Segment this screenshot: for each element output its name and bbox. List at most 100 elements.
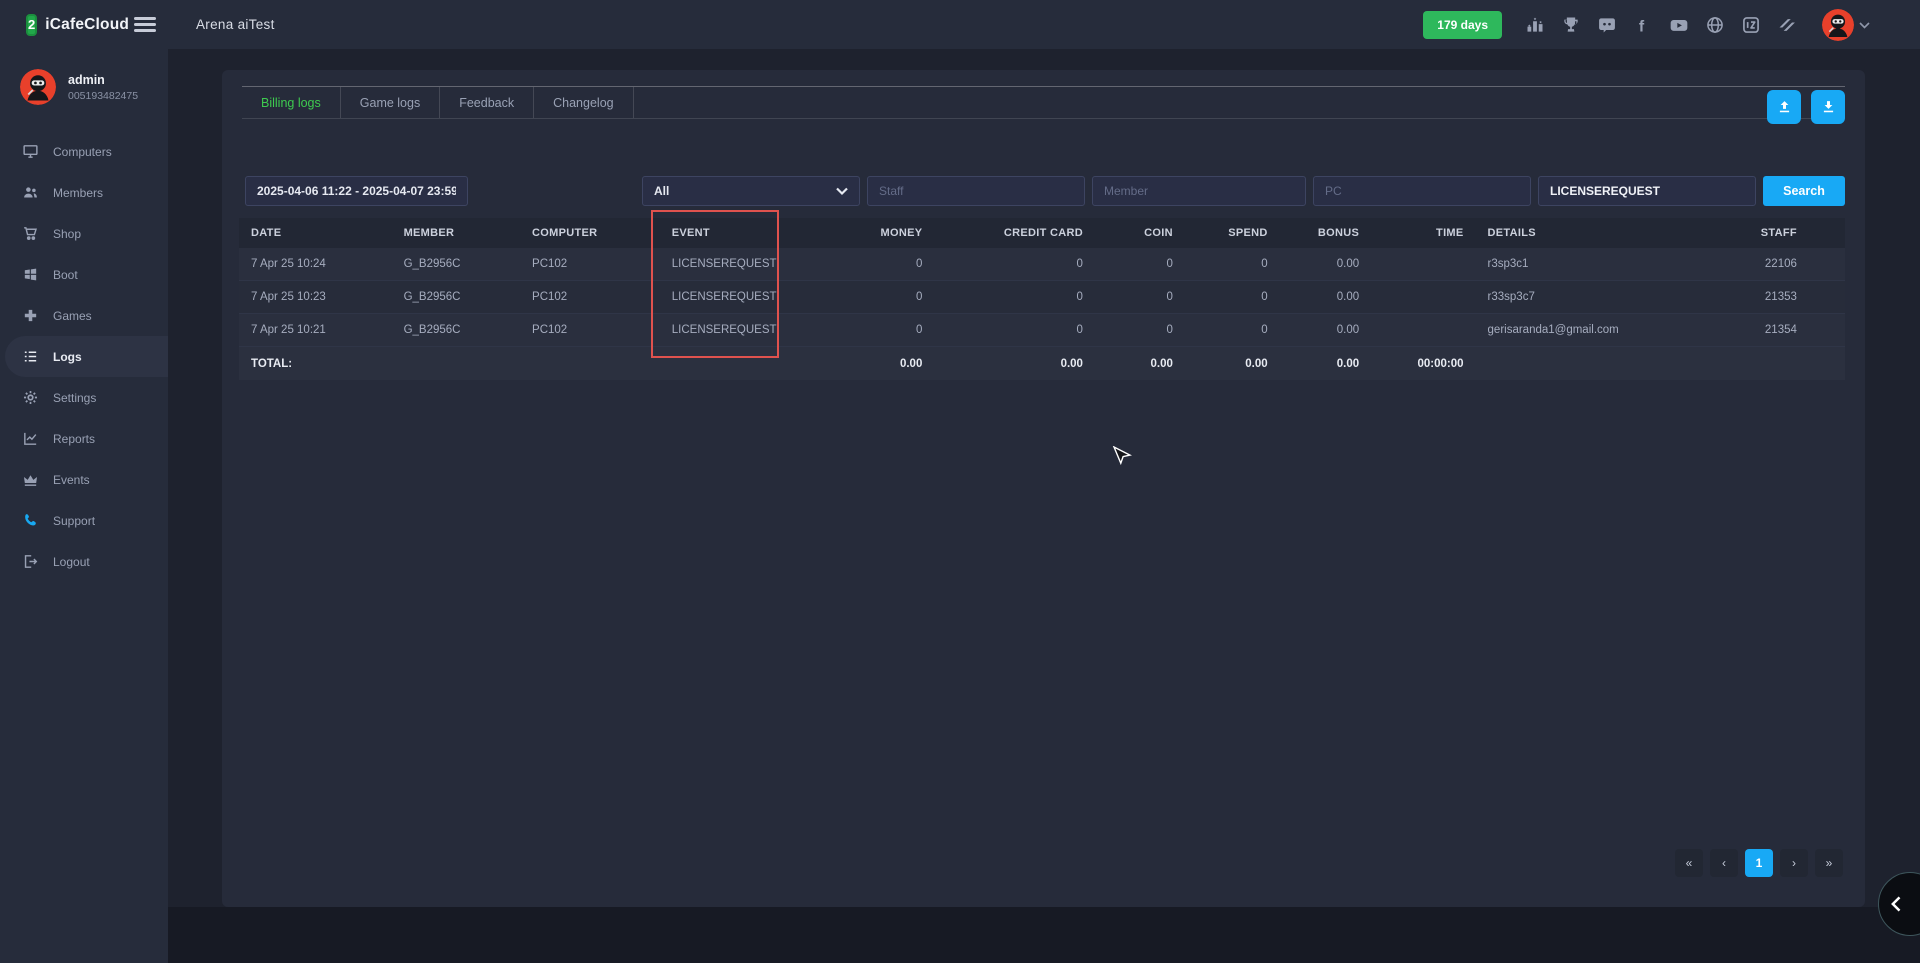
sidebar-item-label: Games	[53, 309, 92, 323]
cell-coin: 0	[1095, 314, 1185, 346]
pagination-prev-button[interactable]: ‹	[1710, 849, 1738, 877]
column-header-date[interactable]: DATE	[239, 218, 392, 248]
upload-button[interactable]	[1767, 90, 1801, 124]
total-bonus: 0.00	[1280, 347, 1372, 380]
column-header-bonus[interactable]: BONUS	[1280, 218, 1372, 248]
pagination-last-button[interactable]: »	[1815, 849, 1843, 877]
cell-money: 0	[809, 314, 934, 346]
brand[interactable]: 2 iCafeCloud	[0, 14, 110, 36]
total-label: TOTAL:	[239, 347, 392, 380]
pc-filter-input[interactable]	[1313, 176, 1531, 206]
sidebar-item-logout[interactable]: Logout	[0, 541, 168, 582]
sidebar-item-computers[interactable]: Computers	[0, 131, 168, 172]
sidebar-item-members[interactable]: Members	[0, 172, 168, 213]
ranking-icon[interactable]	[1524, 14, 1546, 36]
hamburger-menu-icon[interactable]	[132, 13, 158, 36]
sidebar-item-logs[interactable]: Logs	[5, 336, 168, 377]
users-icon	[22, 184, 39, 201]
cell-computer: PC102	[520, 314, 660, 346]
user-menu[interactable]	[1822, 9, 1870, 41]
tabs: Billing logs Game logs Feedback Changelo…	[242, 86, 1845, 119]
sidebar-item-support[interactable]: Support	[0, 500, 168, 541]
pagination: « ‹ 1 › »	[1675, 849, 1843, 877]
import-export-buttons	[1767, 90, 1845, 124]
column-header-event[interactable]: EVENT	[660, 218, 809, 248]
column-header-spend[interactable]: SPEND	[1185, 218, 1280, 248]
column-header-member[interactable]: MEMBER	[392, 218, 520, 248]
table-row[interactable]: 7 Apr 25 10:23 G_B2956C PC102 LICENSEREQ…	[239, 281, 1845, 314]
sidebar-item-events[interactable]: Events	[0, 459, 168, 500]
pagination-next-button[interactable]: ›	[1780, 849, 1808, 877]
cell-computer: PC102	[520, 248, 660, 280]
tab-changelog[interactable]: Changelog	[534, 87, 633, 118]
icafe-icon[interactable]	[1740, 14, 1762, 36]
gamepad-icon	[22, 307, 39, 324]
cell-event: LICENSEREQUEST	[660, 248, 809, 280]
cart-icon	[22, 225, 39, 242]
sidebar: admin 005193482475 Computers Members Sho…	[0, 49, 168, 963]
windows-icon	[22, 266, 39, 283]
billing-logs-table: DATE MEMBER COMPUTER EVENT MONEY CREDIT …	[239, 218, 1845, 380]
pagination-first-button[interactable]: «	[1675, 849, 1703, 877]
column-header-credit-card[interactable]: CREDIT CARD	[934, 218, 1095, 248]
column-header-coin[interactable]: COIN	[1095, 218, 1185, 248]
table-row[interactable]: 7 Apr 25 10:24 G_B2956C PC102 LICENSEREQ…	[239, 248, 1845, 281]
sidebar-item-label: Logout	[53, 555, 90, 569]
sidebar-item-label: Logs	[53, 350, 82, 364]
column-header-details[interactable]: DETAILS	[1476, 218, 1725, 248]
table-total-row: TOTAL: 0.00 0.00 0.00 0.00 0.00 00:00:00	[239, 347, 1845, 380]
table-row[interactable]: 7 Apr 25 10:21 G_B2956C PC102 LICENSEREQ…	[239, 314, 1845, 347]
trophy-icon[interactable]	[1560, 14, 1582, 36]
cell-details: gerisaranda1@gmail.com	[1476, 314, 1725, 346]
sidebar-item-games[interactable]: Games	[0, 295, 168, 336]
cell-member: G_B2956C	[392, 314, 520, 346]
cell-member: G_B2956C	[392, 248, 520, 280]
user-id: 005193482475	[68, 90, 138, 102]
page-footer-area	[168, 907, 1920, 963]
column-header-staff[interactable]: STAFF	[1724, 218, 1844, 248]
globe-icon[interactable]	[1704, 14, 1726, 36]
column-header-computer[interactable]: COMPUTER	[520, 218, 660, 248]
pagination-page-1-button[interactable]: 1	[1745, 849, 1773, 877]
total-credit-card: 0.00	[934, 347, 1095, 380]
stripes-icon[interactable]	[1776, 14, 1798, 36]
sidebar-item-label: Computers	[53, 145, 112, 159]
sidebar-item-reports[interactable]: Reports	[0, 418, 168, 459]
cell-event: LICENSEREQUEST	[660, 314, 809, 346]
member-filter-input[interactable]	[1092, 176, 1306, 206]
ninja-avatar	[1822, 9, 1854, 41]
staff-filter-input[interactable]	[867, 176, 1085, 206]
upload-icon	[1776, 99, 1793, 116]
facebook-icon[interactable]: f	[1632, 14, 1654, 36]
tab-game-logs[interactable]: Game logs	[341, 87, 440, 118]
table-header-row: DATE MEMBER COMPUTER EVENT MONEY CREDIT …	[239, 218, 1845, 248]
sidebar-item-label: Members	[53, 186, 103, 200]
cell-time	[1371, 281, 1475, 313]
cell-staff: 21353	[1724, 281, 1844, 313]
license-days-badge[interactable]: 179 days	[1423, 11, 1502, 39]
sidebar-item-boot[interactable]: Boot	[0, 254, 168, 295]
sidebar-item-label: Settings	[53, 391, 96, 405]
phone-icon	[22, 512, 39, 529]
date-range-input[interactable]	[245, 176, 468, 206]
sidebar-nav: Computers Members Shop Boot Games Logs S…	[0, 131, 168, 582]
search-text-input[interactable]	[1538, 176, 1756, 206]
tab-feedback[interactable]: Feedback	[440, 87, 534, 118]
youtube-icon[interactable]	[1668, 14, 1690, 36]
cell-computer: PC102	[520, 281, 660, 313]
column-header-time[interactable]: TIME	[1371, 218, 1475, 248]
sidebar-item-label: Events	[53, 473, 90, 487]
download-button[interactable]	[1811, 90, 1845, 124]
sidebar-item-shop[interactable]: Shop	[0, 213, 168, 254]
tab-billing-logs[interactable]: Billing logs	[242, 87, 341, 118]
svg-text:f: f	[1639, 18, 1645, 34]
sidebar-user[interactable]: admin 005193482475	[0, 49, 168, 119]
discord-icon[interactable]	[1596, 14, 1618, 36]
event-type-select[interactable]: All	[642, 176, 860, 206]
column-header-money[interactable]: MONEY	[809, 218, 934, 248]
search-button[interactable]: Search	[1763, 176, 1845, 206]
page: { "topbar": { "brand": "iCafeCloud", "lo…	[0, 0, 1920, 963]
sidebar-item-label: Boot	[53, 268, 78, 282]
total-time: 00:00:00	[1371, 347, 1475, 380]
sidebar-item-settings[interactable]: Settings	[0, 377, 168, 418]
